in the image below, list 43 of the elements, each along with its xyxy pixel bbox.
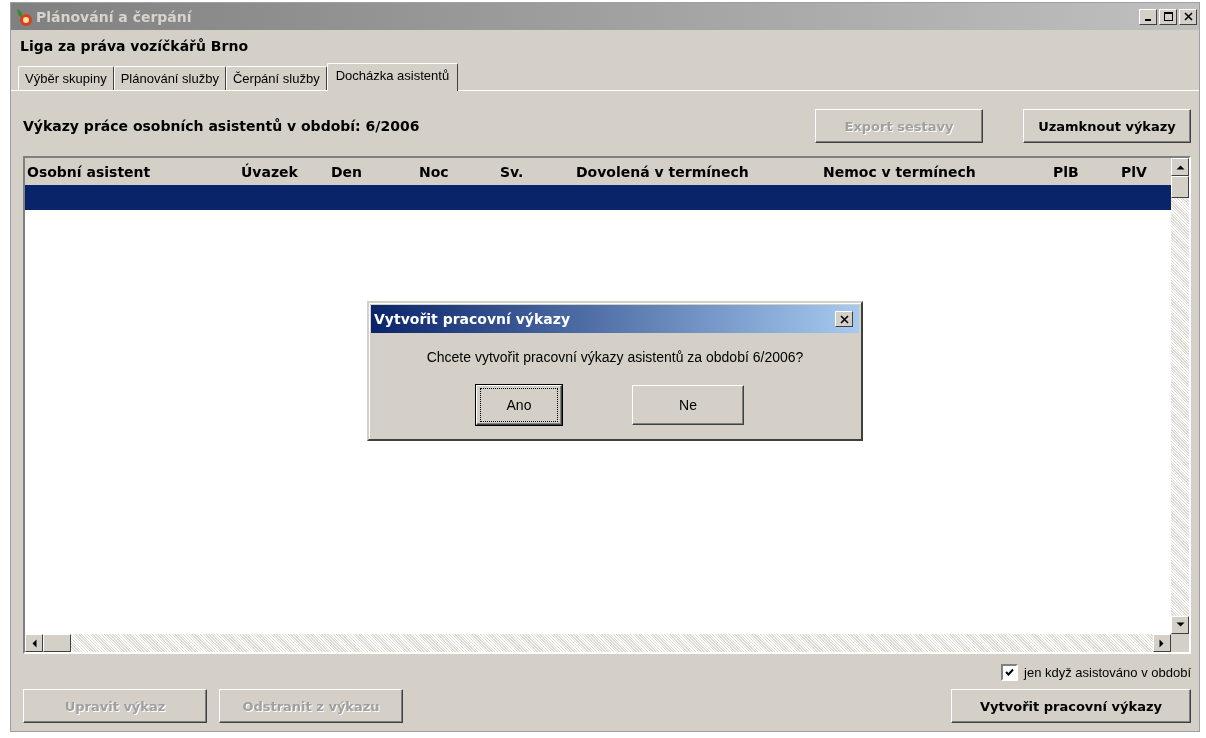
column-header[interactable]: Dovolená v termínech (574, 163, 821, 180)
column-header[interactable]: Sv. (498, 163, 574, 180)
column-header[interactable]: PlB (1051, 163, 1119, 180)
column-header[interactable]: Noc (417, 163, 498, 180)
down-arrow-icon (1175, 622, 1185, 628)
dialog-title: Vytvořit pracovní výkazy (374, 311, 570, 327)
tab[interactable]: Výběr skupiny (18, 66, 114, 90)
app-icon (14, 6, 34, 27)
left-arrow-icon (31, 638, 37, 648)
dialog-button[interactable]: Ano (476, 385, 562, 425)
horizontal-scrollbar[interactable] (25, 634, 1189, 652)
dialog-message: Chcete vytvořit pracovní výkazy asistentů za období 6/2006? (425, 349, 805, 365)
dialog-button[interactable]: Ne (632, 385, 744, 425)
column-header[interactable]: Nemoc v termínech (821, 163, 1051, 180)
organization-name: Liga za práva vozíčkářů Brno (19, 37, 249, 56)
checkbox[interactable] (1001, 664, 1019, 681)
maximize-button[interactable] (1159, 8, 1177, 25)
period-heading: Výkazy práce osobních asistentů v období: 6/2006 (23, 118, 420, 134)
column-header[interactable]: Osobní asistent (25, 163, 239, 180)
column-header[interactable]: Den (329, 163, 417, 180)
create-button[interactable]: Vytvořit pracovní výkazy (951, 689, 1191, 723)
window-title: Plánování a čerpání (36, 8, 192, 25)
scrollbar-corner (1171, 634, 1189, 652)
close-button[interactable] (1179, 8, 1197, 25)
right-arrow-icon (1159, 638, 1165, 648)
minimize-button[interactable] (1139, 8, 1157, 25)
vertical-scrollbar[interactable] (1171, 158, 1189, 634)
close-icon (839, 314, 849, 324)
checkbox-label: jen když asistováno v období (1024, 665, 1191, 680)
minimize-icon (1145, 18, 1151, 21)
scroll-thumb[interactable] (1171, 176, 1189, 198)
close-icon (1183, 12, 1193, 21)
scroll-thumb[interactable] (43, 634, 71, 652)
check-icon (1005, 668, 1015, 677)
action-button[interactable]: Uzamknout výkazy (1023, 109, 1191, 143)
close-button[interactable] (835, 311, 853, 327)
column-header[interactable]: Úvazek (239, 163, 329, 180)
tab[interactable]: Čerpání služby (225, 66, 327, 90)
maximize-icon (1163, 12, 1173, 21)
tab[interactable]: Docházka asistentů (326, 63, 459, 91)
tab[interactable]: Plánování služby (113, 66, 226, 90)
column-header[interactable]: PlV (1119, 163, 1165, 180)
up-arrow-icon (1175, 164, 1185, 170)
